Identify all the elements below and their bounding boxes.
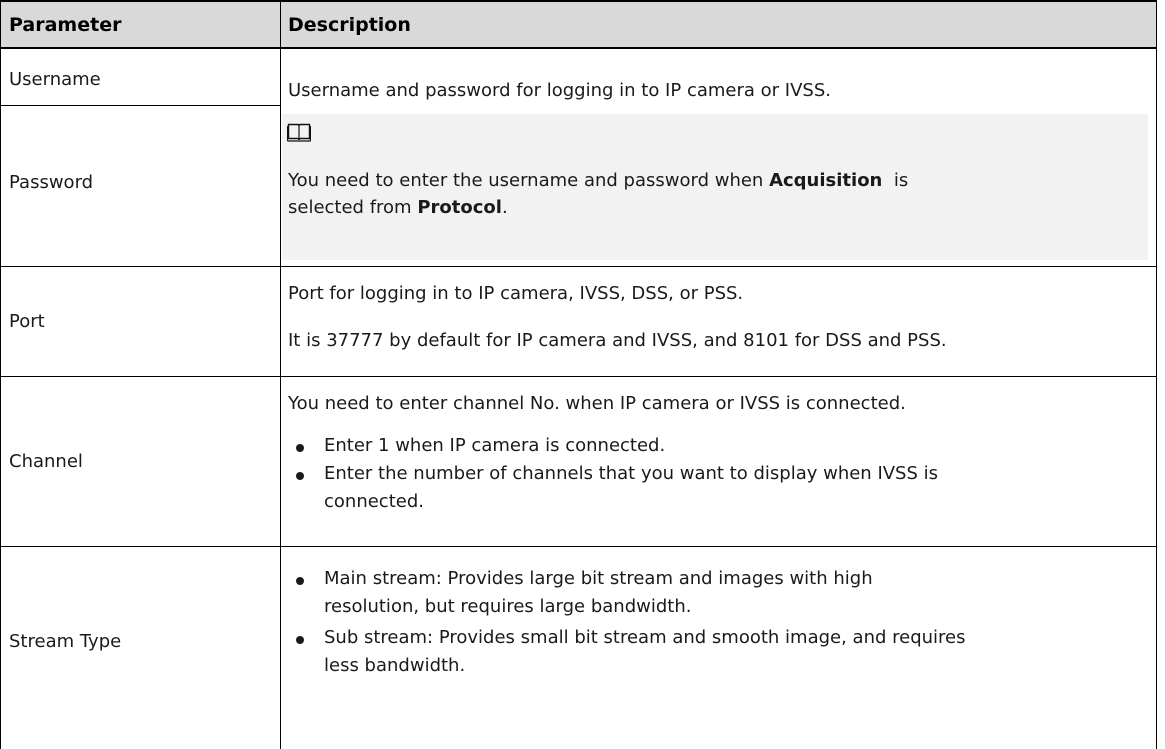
note-text-1: You need to enter the username and passw… <box>288 170 770 191</box>
row-divider-username <box>0 105 280 106</box>
param-stream-type: Stream Type <box>9 631 122 652</box>
note-line-1: You need to enter the username and passw… <box>288 167 908 194</box>
note-text-2: is <box>882 170 909 191</box>
table-right-border <box>1156 0 1157 749</box>
channel-bullet-1: Enter 1 when IP camera is connected. <box>324 435 666 456</box>
desc-port-1: Port for logging in to IP camera, IVSS, … <box>288 283 744 304</box>
row-divider-password <box>0 266 1157 267</box>
param-port: Port <box>9 311 45 332</box>
note-bold-acquisition: Acquisition <box>769 170 883 191</box>
param-username: Username <box>9 69 101 90</box>
stream-bullet-1-line-2: resolution, but requires large bandwidth… <box>324 596 692 617</box>
param-channel: Channel <box>9 451 83 472</box>
desc-username: Username and password for logging in to … <box>288 80 831 101</box>
desc-port-2: It is 37777 by default for IP camera and… <box>288 330 947 351</box>
bullet-icon <box>296 472 304 480</box>
table-header <box>0 0 1157 48</box>
row-divider-channel <box>0 546 1157 547</box>
table-left-border <box>0 0 1 749</box>
header-parameter: Parameter <box>9 14 122 36</box>
header-description: Description <box>288 14 411 36</box>
channel-bullet-2-line-1: Enter the number of channels that you wa… <box>324 463 939 484</box>
stream-bullet-2-line-2: less bandwidth. <box>324 655 466 676</box>
book-note-icon <box>286 122 312 146</box>
note-text-4: . <box>501 197 508 218</box>
stream-bullet-2-line-1: Sub stream: Provides small bit stream an… <box>324 627 966 648</box>
note-line-2: selected from Protocol. <box>288 194 508 221</box>
bullet-icon <box>296 636 304 644</box>
channel-bullet-2-line-2: connected. <box>324 491 424 512</box>
header-bottom-border <box>0 47 1157 49</box>
table-top-border <box>0 0 1157 2</box>
param-password: Password <box>9 172 94 193</box>
bullet-icon <box>296 444 304 452</box>
note-bold-protocol: Protocol <box>417 197 502 218</box>
stream-bullet-1-line-1: Main stream: Provides large bit stream a… <box>324 568 873 589</box>
row-divider-port <box>0 376 1157 377</box>
desc-channel: You need to enter channel No. when IP ca… <box>288 393 906 414</box>
note-text-3: selected from <box>288 197 418 218</box>
bullet-icon <box>296 577 304 585</box>
column-divider <box>280 0 281 749</box>
